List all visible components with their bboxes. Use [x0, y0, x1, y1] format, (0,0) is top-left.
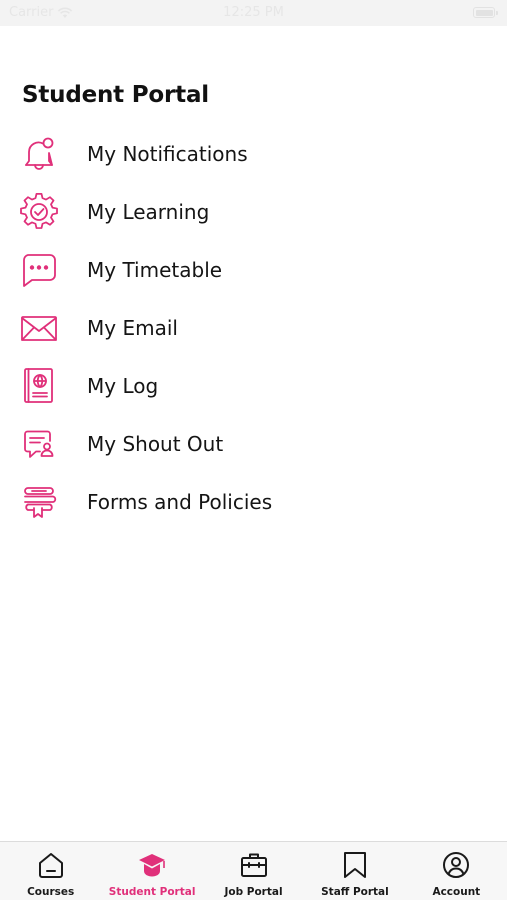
tab-label: Student Portal	[108, 886, 196, 898]
tab-label: Account	[432, 886, 481, 898]
menu-item-label: My Shout Out	[87, 432, 224, 456]
screen: Carrier 12:25 PM Student Portal My Notif…	[0, 0, 507, 900]
tab-label: Courses	[27, 886, 75, 898]
tab-courses[interactable]: Courses	[0, 842, 101, 900]
briefcase-icon	[239, 850, 269, 880]
message-user-icon	[20, 425, 58, 463]
menu-item-label: My Notifications	[87, 142, 248, 166]
tab-label: Job Portal	[224, 886, 283, 898]
bell-icon	[20, 135, 58, 173]
menu-item-label: Forms and Policies	[87, 490, 273, 514]
menu-item-label: My Email	[87, 316, 178, 340]
stacked-documents-icon	[20, 483, 58, 521]
tab-staff-portal[interactable]: Staff Portal	[304, 842, 405, 900]
page-title: Student Portal	[22, 82, 209, 108]
menu-item-forms-and-policies[interactable]: Forms and Policies	[0, 473, 507, 531]
user-circle-icon	[441, 850, 471, 880]
chat-bubble-icon	[20, 251, 58, 289]
battery-icon	[473, 7, 498, 18]
status-time: 12:25 PM	[223, 5, 284, 20]
menu-item-my-shout-out[interactable]: My Shout Out	[0, 415, 507, 473]
menu-item-my-notifications[interactable]: My Notifications	[0, 125, 507, 183]
menu-item-label: My Log	[87, 374, 159, 398]
battery-fill	[475, 9, 493, 16]
graduation-cap-icon	[137, 850, 167, 880]
menu-item-my-log[interactable]: My Log	[0, 357, 507, 415]
tab-student-portal[interactable]: Student Portal	[101, 842, 202, 900]
home-icon	[36, 850, 66, 880]
tab-job-portal[interactable]: Job Portal	[203, 842, 304, 900]
student-portal-menu: My Notifications My Learning My Timetabl…	[0, 125, 507, 531]
passport-icon	[20, 367, 58, 405]
envelope-icon	[20, 309, 58, 347]
menu-item-my-email[interactable]: My Email	[0, 299, 507, 357]
status-bar: Carrier 12:25 PM	[0, 0, 507, 26]
menu-item-my-learning[interactable]: My Learning	[0, 183, 507, 241]
tab-label: Staff Portal	[321, 886, 389, 898]
menu-item-label: My Learning	[87, 200, 210, 224]
bookmark-icon	[340, 850, 370, 880]
menu-item-my-timetable[interactable]: My Timetable	[0, 241, 507, 299]
tab-bar: Courses Student Portal Job Portal Staff …	[0, 841, 507, 900]
menu-item-label: My Timetable	[87, 258, 223, 282]
gear-icon	[20, 193, 58, 231]
tab-account[interactable]: Account	[406, 842, 507, 900]
